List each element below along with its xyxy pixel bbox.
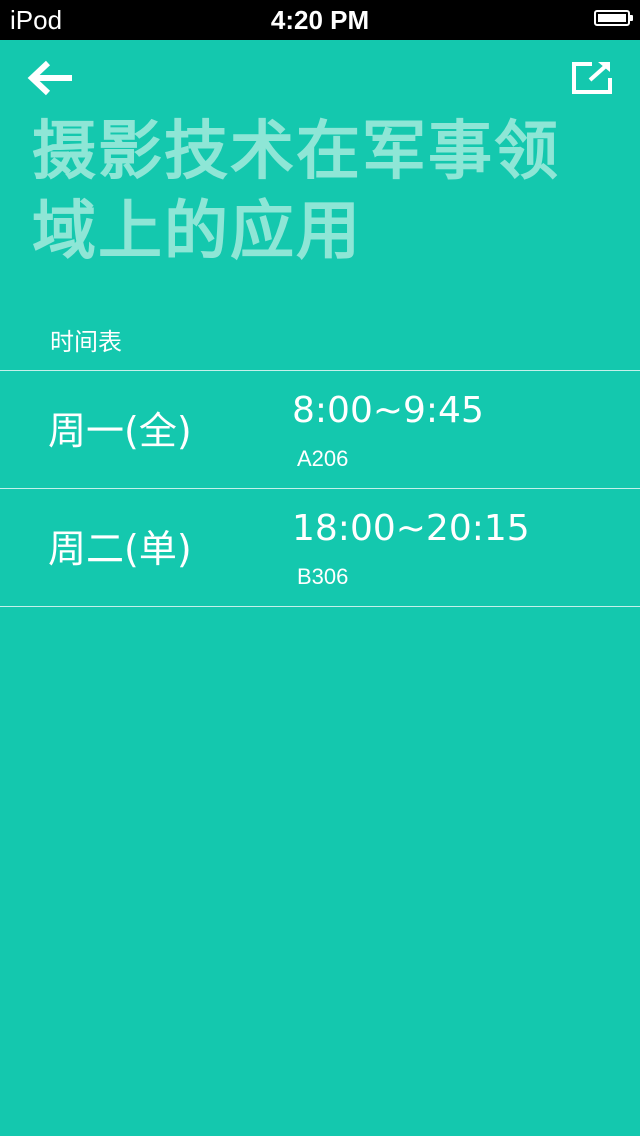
schedule-row[interactable]: 周一(全) 8:00~9:45 A206: [0, 370, 640, 488]
status-time: 4:20 PM: [270, 5, 370, 35]
back-button[interactable]: [26, 58, 76, 98]
schedule-row[interactable]: 周二(单) 18:00~20:15 B306: [0, 488, 640, 607]
schedule-room: B306: [297, 564, 349, 589]
share-external-icon: [572, 62, 612, 94]
schedule-time: 8:00~9:45: [292, 390, 484, 431]
battery-icon: [594, 10, 633, 26]
schedule-room: A206: [297, 446, 349, 471]
arrow-left-icon: [27, 60, 72, 96]
status-bar: iPod 4:20 PM: [0, 0, 640, 40]
schedule-label: 时间表: [50, 328, 122, 356]
page-title: 摄影技术在军事领域上的应用: [32, 115, 560, 269]
share-button[interactable]: [570, 58, 614, 98]
schedule-day: 周二(单): [48, 527, 192, 571]
schedule-list: 周一(全) 8:00~9:45 A206 周二(单) 18:00~20:15 B…: [0, 370, 640, 607]
schedule-time: 18:00~20:15: [292, 508, 530, 549]
schedule-day: 周一(全): [48, 409, 192, 453]
